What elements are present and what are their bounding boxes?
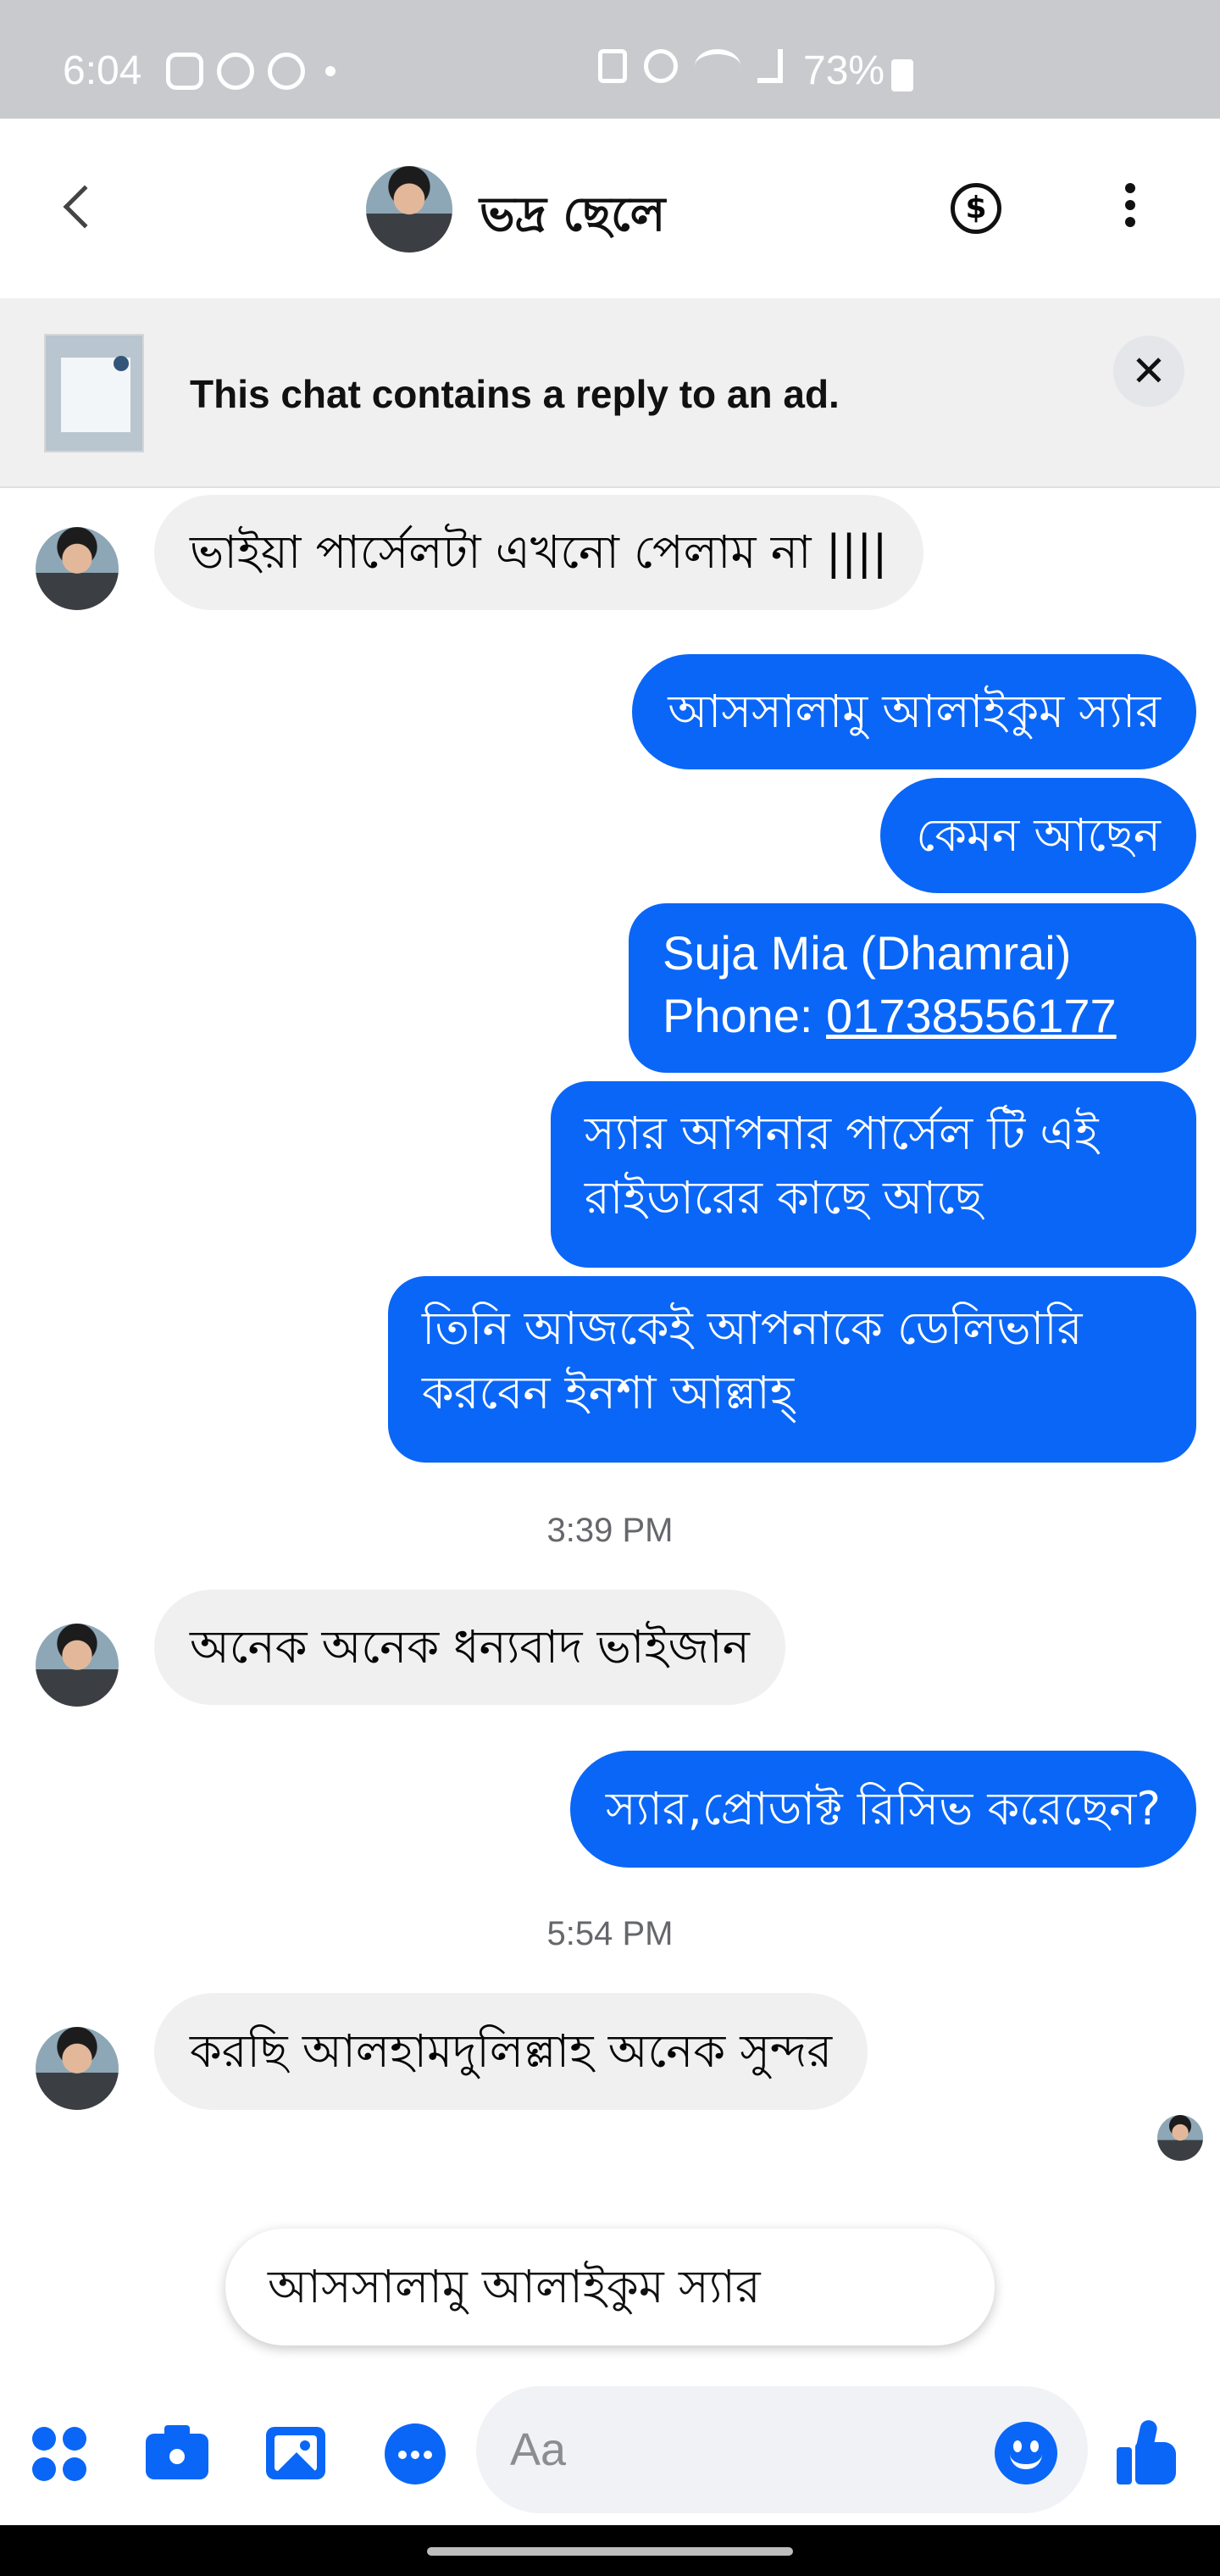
- read-receipt-avatar: [1157, 2115, 1203, 2161]
- camera-icon[interactable]: [146, 2423, 208, 2483]
- recycle-icon: [598, 49, 627, 83]
- ad-thumbnail[interactable]: [44, 334, 144, 452]
- ad-reply-banner: This chat contains a reply to an ad. ✕: [0, 298, 1220, 488]
- emoji-icon[interactable]: [995, 2422, 1057, 2484]
- home-indicator[interactable]: [427, 2547, 793, 2556]
- status-time: 6:04: [63, 48, 142, 93]
- wifi-icon: [695, 49, 740, 83]
- gallery-icon[interactable]: [266, 2423, 325, 2483]
- message-timestamp: 5:54 PM: [546, 1915, 674, 1952]
- contact-message-avatar[interactable]: [36, 1624, 119, 1707]
- signal-icon: [757, 49, 783, 83]
- outgoing-message-bubble[interactable]: কেমন আছেন: [880, 778, 1196, 893]
- status-bar: 6:04 73%: [0, 0, 1220, 119]
- app-notification-icon: [217, 53, 254, 90]
- phone-line: Phone: 01738556177: [663, 985, 1162, 1047]
- phone-number-link[interactable]: 01738556177: [826, 989, 1117, 1042]
- recipient-name-line: Suja Mia (Dhamrai): [663, 926, 1072, 980]
- outgoing-message-bubble[interactable]: স্যার আপনার পার্সেল টি এই রাইডারের কাছে …: [551, 1081, 1196, 1268]
- outgoing-contact-info-bubble[interactable]: Suja Mia (Dhamrai) Phone: 01738556177: [629, 903, 1196, 1073]
- outgoing-message-bubble[interactable]: স্যার,প্রোডাক্ট রিসিভ করেছেন?: [569, 1751, 1196, 1868]
- apps-grid-icon[interactable]: [30, 2423, 90, 2483]
- thumbs-up-like-icon[interactable]: [1112, 2417, 1183, 2488]
- contact-name[interactable]: ভদ্র ছেলে: [480, 178, 665, 258]
- ad-banner-text: This chat contains a reply to an ad.: [190, 372, 840, 416]
- more-notifications-dot-icon: [325, 66, 336, 76]
- battery-percentage: 73%: [803, 48, 885, 93]
- chat-header: ভদ্র ছেলে $: [0, 119, 1220, 298]
- incoming-message-bubble[interactable]: করছি আলহামদুলিল্লাহ অনেক সুন্দর: [154, 1993, 868, 2110]
- instagram-icon: [166, 53, 203, 90]
- back-arrow-icon[interactable]: [63, 185, 107, 229]
- notification-icons: [166, 53, 336, 90]
- whatsapp-icon: [268, 53, 305, 90]
- incoming-message-bubble[interactable]: অনেক অনেক ধন্যবাদ ভাইজান: [154, 1590, 785, 1705]
- message-composer: [0, 2373, 1220, 2525]
- more-options-icon[interactable]: [1120, 183, 1140, 237]
- message-timestamp: 3:39 PM: [546, 1512, 674, 1549]
- incoming-message-bubble[interactable]: ভাইয়া পার্সেলটা এখনো পেলাম না ||||: [154, 495, 923, 610]
- battery-icon: [891, 59, 913, 92]
- contact-message-avatar[interactable]: [36, 527, 119, 610]
- quick-reply-chip[interactable]: আসসালামু আলাইকুম স্যার: [225, 2229, 995, 2346]
- chat-bubble-icon[interactable]: [385, 2423, 446, 2484]
- alarm-icon: [644, 49, 678, 83]
- payment-dollar-icon[interactable]: $: [951, 183, 1001, 234]
- outgoing-message-bubble[interactable]: আসসালামু আলাইকুম স্যার: [632, 654, 1196, 769]
- close-banner-button[interactable]: ✕: [1113, 336, 1184, 407]
- system-icons: [598, 49, 783, 83]
- contact-message-avatar[interactable]: [36, 2027, 119, 2110]
- contact-avatar[interactable]: [366, 166, 452, 253]
- system-navigation-bar: [0, 2525, 1220, 2576]
- outgoing-message-bubble[interactable]: তিনি আজকেই আপনাকে ডেলিভারি করবেন ইনশা আল…: [388, 1276, 1196, 1463]
- phone-label: Phone:: [663, 989, 827, 1042]
